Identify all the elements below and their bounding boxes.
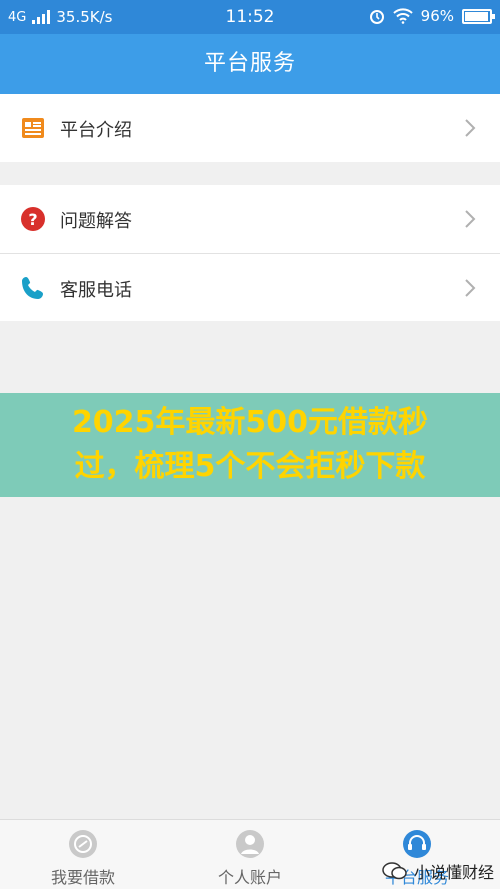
menu-label-phone: 客服电话	[60, 280, 132, 301]
menu-label-faq: 问题解答	[60, 211, 132, 232]
chevron-right-icon	[465, 119, 476, 137]
user-icon	[236, 830, 264, 858]
document-icon	[22, 118, 44, 138]
menu-group-2: ? 问题解答 客服电话	[0, 185, 500, 321]
menu-item-platform-intro[interactable]: 平台介绍	[0, 94, 500, 162]
menu-item-service-phone[interactable]: 客服电话	[0, 253, 500, 321]
alarm-icon	[369, 10, 384, 24]
headset-icon	[403, 830, 431, 858]
status-bar: 4G 35.5K/s 11:52 96%	[0, 0, 500, 34]
status-right: 96%	[369, 7, 495, 25]
chevron-right-icon	[465, 279, 476, 297]
watermark-text: 小说懂财经	[413, 863, 494, 882]
tab-label-loan: 我要借款	[50, 868, 115, 887]
tab-loan[interactable]: 我要借款	[0, 820, 166, 889]
menu-item-faq[interactable]: ? 问题解答	[0, 185, 500, 253]
menu-group-1: 平台介绍	[0, 94, 500, 162]
battery-fill	[465, 11, 488, 21]
loan-icon	[69, 830, 97, 858]
banner-line-2: 过，梳理5个不会拒秒下款	[74, 449, 426, 484]
chevron-right-icon	[465, 210, 476, 228]
battery-icon	[462, 8, 495, 24]
wechat-logo-icon	[382, 862, 407, 880]
phone-icon	[22, 277, 43, 299]
svg-text:?: ?	[28, 210, 37, 229]
page-title: 平台服务	[203, 51, 296, 76]
wifi-icon	[392, 8, 413, 24]
menu-label-intro: 平台介绍	[60, 120, 132, 141]
watermark: 小说懂财经	[382, 859, 494, 883]
promo-banner: 2025年最新500元借款秒 过，梳理5个不会拒秒下款	[0, 393, 500, 497]
battery-percent: 96%	[420, 7, 454, 25]
question-icon: ?	[21, 207, 45, 231]
tab-label-account: 个人账户	[217, 868, 282, 887]
app-bar: 平台服务	[0, 34, 500, 94]
banner-line-1: 2025年最新500元借款秒	[71, 405, 429, 440]
tab-account[interactable]: 个人账户	[167, 820, 333, 889]
